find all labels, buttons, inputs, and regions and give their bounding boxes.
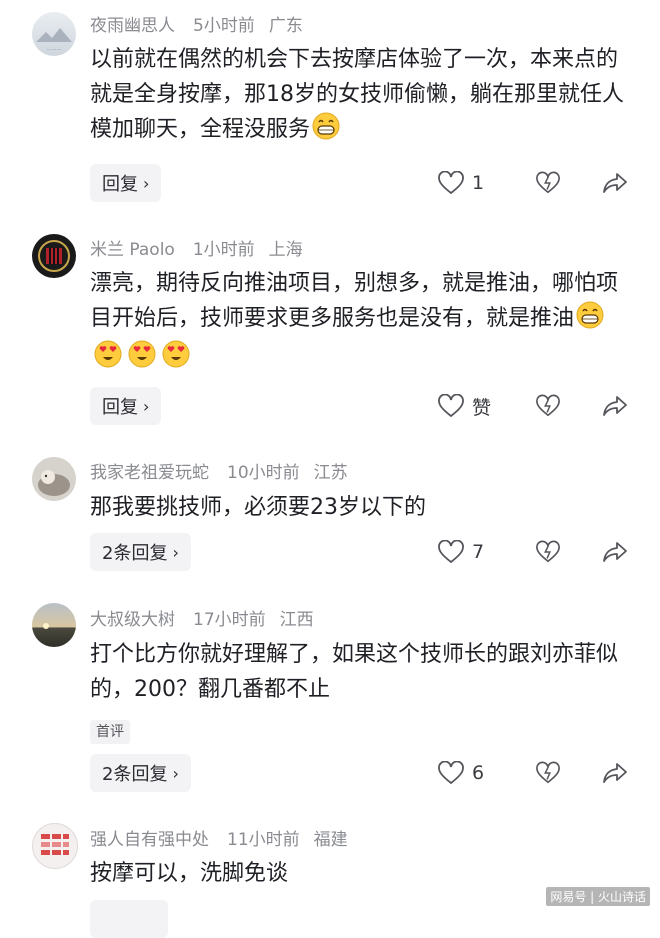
comment-text: 打个比方你就好理解了，如果这个技师长的跟刘亦菲似的，200？翻几番都不止 — [90, 637, 635, 709]
avatar-image — [38, 240, 70, 272]
avatar-image — [41, 834, 69, 855]
like-button[interactable]: 1 — [438, 168, 484, 198]
reply-label: 回复 — [102, 174, 138, 195]
heart-eyes-emoji-icon — [126, 340, 158, 379]
dislike-button[interactable] — [536, 391, 560, 421]
heart-outline-icon — [438, 540, 464, 564]
dislike-button[interactable] — [536, 758, 560, 788]
comment-meta: 大叔级大树 17小时前 江西 — [90, 605, 328, 630]
heart-outline-icon — [438, 394, 464, 418]
location: 江西 — [279, 610, 314, 630]
location: 江苏 — [313, 463, 348, 483]
reply-button[interactable]: 2条回复 › — [90, 533, 191, 571]
dislike-heart-icon — [536, 394, 560, 417]
comment-text-content: 打个比方你就好理解了，如果这个技师长的跟刘亦菲似的，200？翻几番都不止 — [90, 642, 619, 702]
timestamp: 11小时前 — [227, 830, 300, 850]
avatar-image — [38, 470, 70, 496]
timestamp: 1小时前 — [192, 240, 255, 260]
timestamp: 17小时前 — [193, 610, 266, 630]
reply-button-partial[interactable] — [90, 900, 168, 938]
reply-label: 2条回复 — [102, 764, 168, 785]
location: 福建 — [313, 830, 348, 850]
heart-eyes-emoji-icon — [160, 340, 192, 379]
avatar[interactable] — [32, 234, 76, 278]
like-button[interactable]: 7 — [438, 537, 484, 567]
chevron-right-icon: › — [172, 542, 179, 562]
location: 上海 — [268, 240, 303, 260]
comment-text: 漂亮，期待反向推油项目，别想多，就是推油，哪怕项目开始后，技师要求更多服务也是没… — [90, 266, 635, 376]
comment-text: 以前就在偶然的机会下去按摩店体验了一次，本来点的就是全身按摩，那18岁的女技师偷… — [90, 42, 635, 152]
share-button[interactable] — [602, 758, 628, 788]
heart-outline-icon — [438, 171, 464, 195]
share-button[interactable] — [602, 391, 628, 421]
share-icon — [603, 542, 627, 562]
comment-meta: 夜雨幽思人 5小时前 广东 — [90, 11, 317, 36]
dislike-button[interactable] — [536, 168, 560, 198]
share-icon — [603, 173, 627, 193]
avatar-image: ……… — [36, 28, 72, 52]
username[interactable]: 强人自有强中处 — [90, 830, 209, 850]
reply-label: 2条回复 — [102, 543, 168, 564]
reply-button[interactable]: 2条回复 › — [90, 754, 191, 792]
comment-meta: 强人自有强中处 11小时前 福建 — [90, 825, 362, 850]
dislike-button[interactable] — [536, 537, 560, 567]
watermark: 网易号 | 火山诗话 — [546, 887, 650, 906]
comment-text: 那我要挑技师，必须要23岁以下的 — [90, 490, 635, 526]
reply-button[interactable]: 回复 › — [90, 164, 162, 202]
avatar[interactable] — [32, 823, 78, 869]
username[interactable]: 夜雨幽思人 — [90, 16, 175, 36]
like-button[interactable]: 赞 — [438, 391, 491, 421]
heart-outline-icon — [438, 761, 464, 785]
comment-text-content: 漂亮，期待反向推油项目，别想多，就是推油，哪怕项目开始后，技师要求更多服务也是没… — [90, 271, 619, 331]
comment-meta: 米兰 Paolo 1小时前 上海 — [90, 235, 317, 260]
chevron-right-icon: › — [143, 173, 150, 193]
avatar[interactable] — [32, 603, 76, 647]
chevron-right-icon: › — [143, 396, 150, 416]
dislike-heart-icon — [536, 540, 560, 563]
avatar[interactable]: ……… — [32, 12, 76, 56]
like-count: 6 — [472, 762, 485, 784]
comment-text-content: 按摩可以，洗脚免谈 — [90, 861, 289, 886]
share-button[interactable] — [602, 168, 628, 198]
chevron-right-icon: › — [172, 763, 179, 783]
reply-button[interactable]: 回复 › — [90, 387, 162, 425]
grin-emoji-icon — [576, 301, 604, 340]
timestamp: 5小时前 — [193, 16, 255, 36]
username[interactable]: 米兰 Paolo — [90, 240, 175, 260]
comment-text-content: 以前就在偶然的机会下去按摩店体验了一次，本来点的就是全身按摩，那18岁的女技师偷… — [90, 47, 624, 142]
location: 广东 — [268, 16, 303, 36]
like-count: 1 — [472, 172, 485, 194]
like-count: 赞 — [472, 396, 492, 419]
dislike-heart-icon — [536, 171, 560, 194]
avatar-image — [43, 623, 49, 629]
grin-emoji-icon — [312, 112, 340, 151]
like-count: 7 — [472, 541, 485, 563]
like-button[interactable]: 6 — [438, 758, 484, 788]
first-comment-badge: 首评 — [90, 720, 130, 744]
heart-eyes-emoji-icon — [92, 340, 124, 379]
username[interactable]: 大叔级大树 — [90, 610, 175, 630]
share-icon — [603, 763, 627, 783]
avatar[interactable] — [32, 457, 76, 501]
comment-text-content: 那我要挑技师，必须要23岁以下的 — [90, 495, 426, 520]
reply-label: 回复 — [102, 397, 138, 418]
dislike-heart-icon — [536, 761, 560, 784]
timestamp: 10小时前 — [227, 463, 300, 483]
username[interactable]: 我家老祖爱玩蛇 — [90, 463, 209, 483]
share-button[interactable] — [602, 537, 628, 567]
share-icon — [603, 396, 627, 416]
svg-text:………: ……… — [47, 46, 62, 52]
comment-meta: 我家老祖爱玩蛇 10小时前 江苏 — [90, 458, 362, 483]
